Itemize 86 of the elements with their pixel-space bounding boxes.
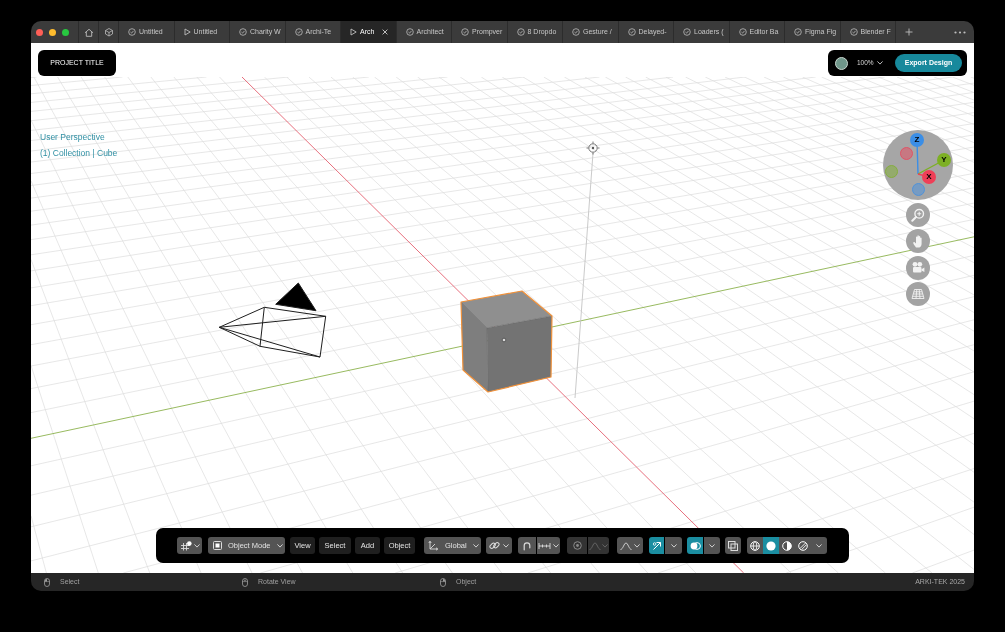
play-icon xyxy=(350,28,357,36)
shading-dropdown[interactable] xyxy=(811,537,827,554)
badge-icon xyxy=(683,28,691,36)
badge-icon xyxy=(794,28,802,36)
overlay-toggle[interactable] xyxy=(687,537,703,554)
camera-drawing[interactable] xyxy=(218,282,327,358)
play-icon xyxy=(183,28,191,36)
minimize-window-button[interactable] xyxy=(48,28,56,36)
chevron-icon xyxy=(193,543,200,548)
origin-point-icon xyxy=(501,337,507,343)
close-window-button[interactable] xyxy=(35,28,43,36)
home-icon xyxy=(83,27,94,37)
badge-icon xyxy=(738,28,747,36)
more-icon xyxy=(954,30,966,34)
avatar-icon[interactable] xyxy=(835,56,848,70)
link-icon xyxy=(489,540,500,551)
chevron-icon xyxy=(553,543,559,548)
axis-handle[interactable]: X xyxy=(922,170,936,184)
badge-icon xyxy=(627,28,636,36)
box-icon xyxy=(103,27,114,37)
bell-curve-icon xyxy=(620,541,632,550)
maximize-window-button[interactable] xyxy=(61,28,69,36)
negative-axis-handle[interactable] xyxy=(884,164,898,178)
negative-axis-handle[interactable] xyxy=(911,182,925,196)
camera-view-button[interactable] xyxy=(906,255,930,280)
zoom-in-icon xyxy=(911,207,925,222)
collection-label: (1) Collection | Cube xyxy=(40,148,118,159)
snap-target-dropdown[interactable] xyxy=(537,537,560,554)
hand-icon xyxy=(911,234,925,248)
overlay-dropdown[interactable] xyxy=(704,537,720,554)
striped-circle-icon xyxy=(798,540,808,551)
square-icon xyxy=(213,541,222,550)
mouse-icon xyxy=(242,577,248,587)
video-camera-icon xyxy=(911,261,925,274)
badge-icon xyxy=(516,28,525,36)
badge-icon xyxy=(572,28,580,36)
mouse-icon xyxy=(44,577,50,587)
target-icon xyxy=(572,541,582,550)
snap-toggle[interactable] xyxy=(518,537,536,554)
arrow-icon xyxy=(651,540,662,551)
pan-button[interactable] xyxy=(906,229,930,253)
grid-icon xyxy=(911,288,925,300)
navigation-gizmo[interactable]: Z Y X xyxy=(883,130,953,200)
pivot-icon xyxy=(179,540,192,551)
chevron-icon xyxy=(876,61,883,65)
badge-icon xyxy=(849,28,858,36)
axis-handle[interactable]: Z xyxy=(910,133,924,147)
chevron-icon xyxy=(602,543,608,548)
chevron-icon xyxy=(503,543,509,548)
close-icon[interactable] xyxy=(381,29,388,35)
plus-icon xyxy=(904,28,913,36)
magnet-icon xyxy=(522,540,532,551)
grid-view-button[interactable] xyxy=(906,282,930,306)
xray-toggle[interactable] xyxy=(725,537,741,554)
cube-drawing[interactable] xyxy=(460,290,553,393)
chevron-icon xyxy=(670,543,677,548)
chevron-icon xyxy=(709,543,715,548)
half-circle-icon xyxy=(782,540,792,551)
badge-icon xyxy=(294,28,303,36)
shading-button[interactable] xyxy=(779,537,795,554)
view-name-label: User Perspective xyxy=(40,132,106,143)
globe-icon xyxy=(750,540,760,551)
badge-icon xyxy=(405,28,414,36)
axis-handle[interactable]: Y xyxy=(937,153,951,167)
chevron-icon xyxy=(634,543,640,548)
axes-icon xyxy=(428,540,439,551)
chevron-icon xyxy=(276,543,283,548)
solid-circle-icon xyxy=(766,540,776,551)
overlay-icon xyxy=(689,540,701,551)
mouse-icon xyxy=(440,577,446,587)
gizmo-toggle[interactable] xyxy=(649,537,664,554)
shading-button[interactable] xyxy=(763,537,779,554)
badge-icon xyxy=(128,28,136,36)
xray-icon xyxy=(728,540,738,551)
negative-axis-handle[interactable] xyxy=(899,146,913,160)
shading-button[interactable] xyxy=(747,537,763,554)
badge-icon xyxy=(239,28,247,36)
chevron-icon xyxy=(816,543,822,548)
chevron-icon xyxy=(472,543,479,548)
snap-increment-icon xyxy=(538,541,551,550)
link-dropdown[interactable] xyxy=(486,537,512,554)
bell-curve-icon xyxy=(589,541,601,550)
curve-dropdown[interactable] xyxy=(617,537,643,554)
zoom-button[interactable] xyxy=(906,202,930,227)
pivot-dropdown[interactable] xyxy=(177,537,202,554)
badge-icon xyxy=(461,28,469,36)
